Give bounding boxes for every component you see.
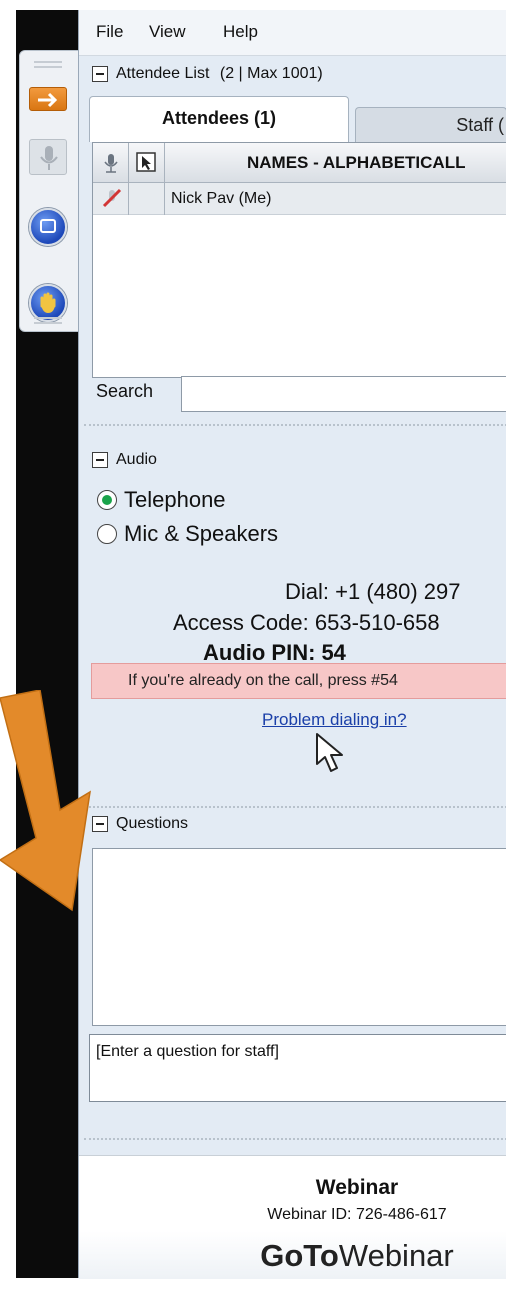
- radio-checked-icon: [97, 490, 117, 510]
- menu-view[interactable]: View: [149, 22, 186, 42]
- menu-help[interactable]: Help: [223, 22, 258, 42]
- tab-staff[interactable]: Staff (: [355, 107, 506, 142]
- screen-icon: [29, 208, 67, 246]
- problem-dialing-link[interactable]: Problem dialing in?: [262, 710, 407, 730]
- audio-header[interactable]: Audio: [84, 444, 506, 478]
- menu-file[interactable]: File: [96, 22, 123, 42]
- menu-bar: File View Help: [79, 10, 506, 56]
- question-input[interactable]: [Enter a question for staff]: [89, 1034, 506, 1102]
- webinar-id-label: Webinar ID:: [267, 1206, 352, 1223]
- table-row[interactable]: Nick Pav (Me): [93, 183, 506, 215]
- screenshot: File View Help Attendee List (2 | Max 10…: [0, 0, 506, 1293]
- microphone-icon: [29, 139, 67, 175]
- webinar-title: Webinar: [315, 1176, 399, 1199]
- section-divider: [84, 424, 506, 426]
- grip-bottom[interactable]: [34, 317, 62, 324]
- cursor-column-icon[interactable]: [136, 152, 156, 177]
- column-separator: [164, 183, 165, 215]
- tab-attendees[interactable]: Attendees (1): [89, 96, 349, 142]
- webinar-id-value: 726-486-617: [355, 1206, 447, 1223]
- column-separator: [128, 183, 129, 215]
- control-panel-tab: [19, 50, 85, 332]
- access-code-label: Access Code:: [173, 610, 309, 635]
- attendee-list-title: Attendee List: [116, 65, 210, 82]
- audio-pin-label: Audio PIN:: [203, 640, 316, 665]
- audio-pin: 54: [321, 640, 346, 665]
- questions-header[interactable]: Questions: [84, 808, 506, 842]
- attendee-list-header[interactable]: Attendee List (2 | Max 1001): [84, 58, 506, 92]
- access-code-line: Access Code: 653-510-658: [173, 610, 440, 636]
- attendee-list: NAMES - ALPHABETICALL Nick Pav (Me): [92, 142, 506, 378]
- search-input[interactable]: [181, 376, 506, 412]
- names-column-header[interactable]: NAMES - ALPHABETICALL: [247, 153, 465, 173]
- list-header-row: NAMES - ALPHABETICALL: [93, 143, 506, 183]
- search-label: Search: [96, 381, 154, 401]
- access-code: 653-510-658: [314, 610, 440, 635]
- webinar-id: Webinar ID: 726-486-617: [79, 1206, 506, 1224]
- webinar-footer: Webinar Webinar ID: 726-486-617 GoToWebi…: [79, 1155, 506, 1279]
- mic-button[interactable]: [25, 137, 71, 177]
- attendee-list-count: (2 | Max 1001): [219, 65, 323, 82]
- microphone-column-icon[interactable]: [100, 152, 122, 179]
- attendee-name: Nick Pav (Me): [171, 190, 272, 207]
- radio-mic-speakers-label: Mic & Speakers: [124, 521, 279, 546]
- collapse-icon[interactable]: [92, 452, 108, 468]
- mouse-pointer-icon: [316, 733, 343, 772]
- mic-muted-icon: [101, 187, 123, 214]
- annotation-arrow-icon: [0, 690, 91, 912]
- section-divider: [84, 1138, 506, 1140]
- audio-title: Audio: [116, 451, 157, 468]
- questions-title: Questions: [116, 815, 189, 832]
- radio-mic-speakers[interactable]: Mic & Speakers: [97, 521, 278, 547]
- radio-unchecked-icon: [97, 524, 117, 544]
- already-on-call-notice: If you're already on the call, press #54: [91, 663, 506, 699]
- dial-label: Dial:: [285, 579, 330, 604]
- grip-top[interactable]: [34, 61, 62, 68]
- screen-share-button[interactable]: [25, 207, 71, 247]
- column-separator: [164, 143, 165, 183]
- dial-number: +1 (480) 297: [335, 579, 461, 604]
- questions-log: [92, 848, 506, 1026]
- show-hide-panel-button[interactable]: [25, 79, 71, 119]
- radio-telephone-label: Telephone: [124, 487, 226, 512]
- gotowebinar-logo: GoToWebinar: [79, 1231, 506, 1279]
- radio-telephone[interactable]: Telephone: [97, 487, 226, 513]
- column-separator: [128, 143, 129, 183]
- control-panel: File View Help Attendee List (2 | Max 10…: [78, 10, 506, 1279]
- collapse-icon[interactable]: [92, 66, 108, 82]
- arrow-right-icon: [29, 87, 67, 111]
- dial-line: Dial: +1 (480) 297: [285, 579, 461, 605]
